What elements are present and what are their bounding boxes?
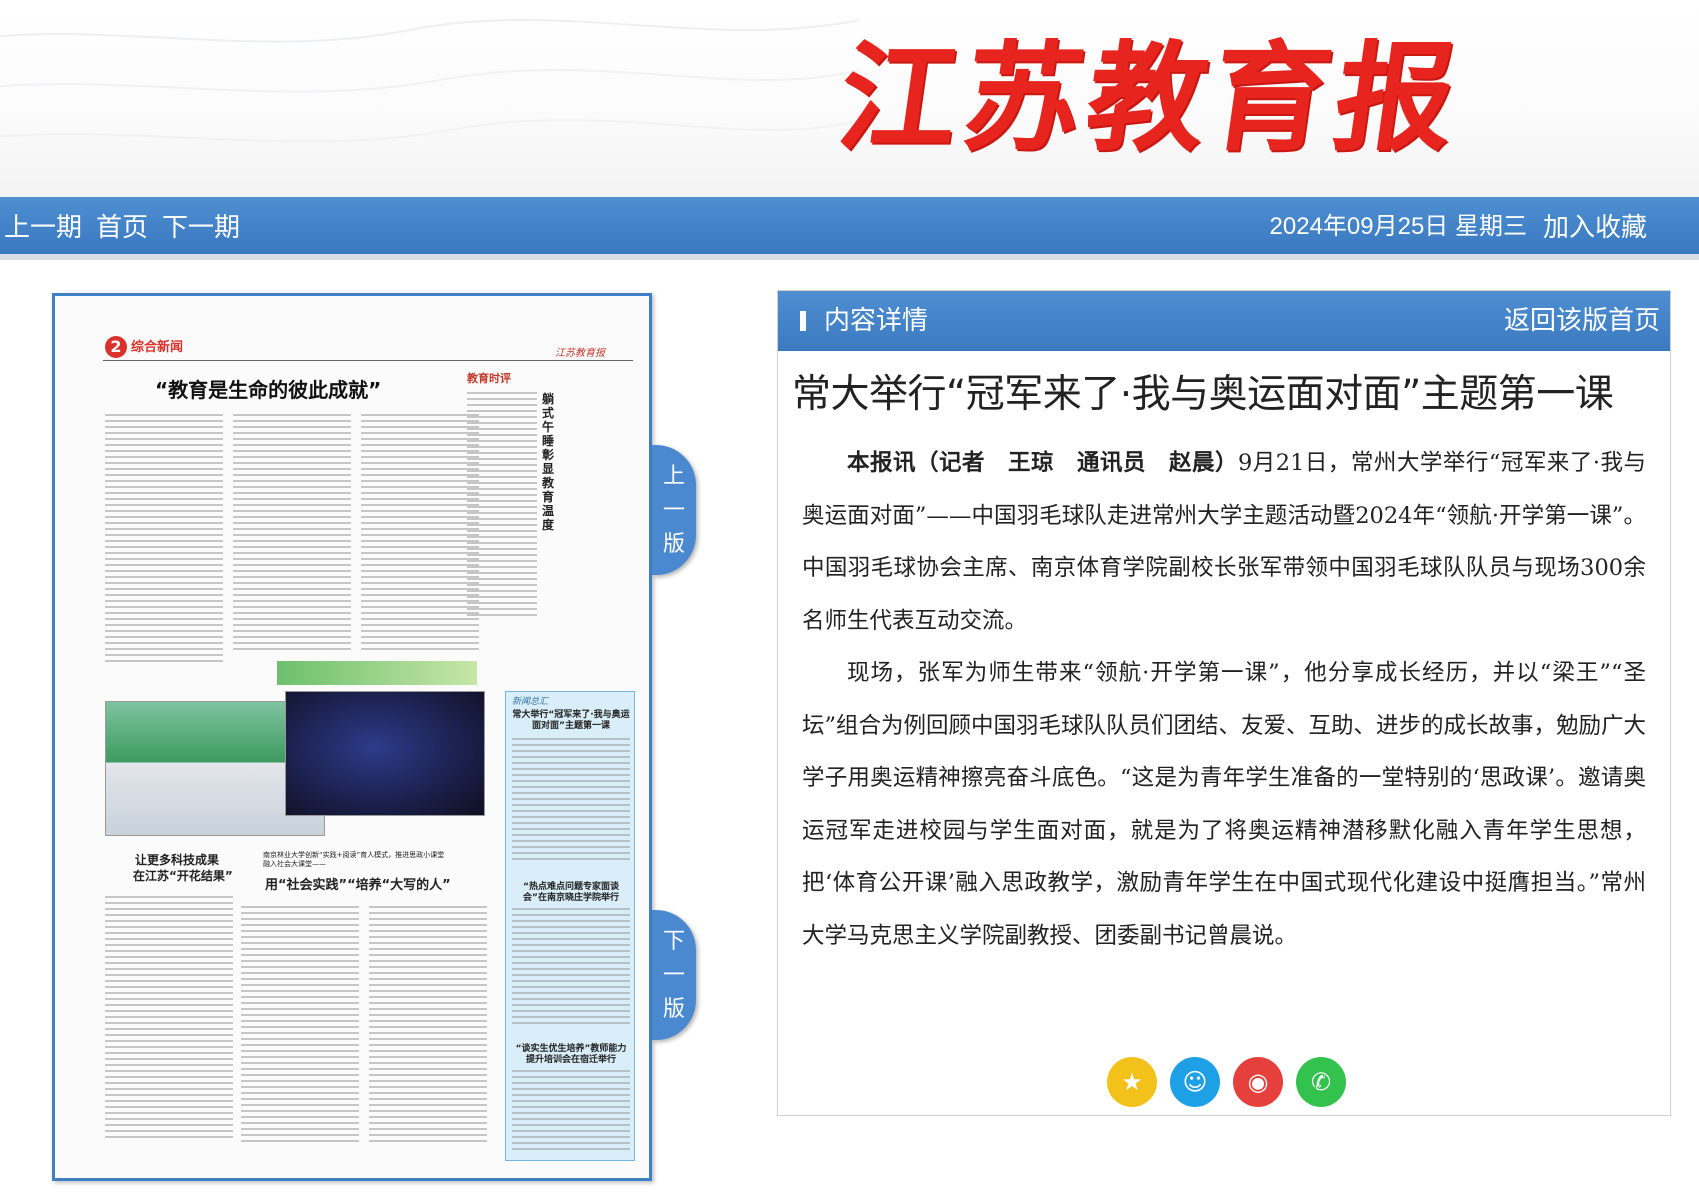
paper-brand: 江苏教育报 <box>555 348 605 359</box>
header-accent-bar <box>800 311 806 331</box>
nav-left: 上一期 首页 下一期 <box>4 211 240 243</box>
text-column <box>105 896 233 1142</box>
bottom-left-title-2[interactable]: 在江苏“开花结果” <box>133 867 233 884</box>
article-byline: 本报讯（记者 王琼 通讯员 赵晨） <box>847 450 1238 476</box>
back-to-page-link[interactable]: 返回该版首页 <box>1504 303 1660 337</box>
flip-up-char-1: 上 <box>662 463 685 488</box>
article-paragraph-1: 本报讯（记者 王琼 通讯员 赵晨）9月21日，常州大学举行“冠军来了·我与奥运面… <box>802 437 1646 647</box>
article-paragraph-2: 现场，张军为师生带来“领航·开学第一课”，他分享成长经历，并以“梁王”“圣坛”组… <box>802 660 1647 949</box>
next-page-button[interactable]: 下 一 版 <box>652 910 696 1040</box>
share-bar: ★ ☺ ◉ ✆ <box>1107 1057 1346 1107</box>
flip-down-char-1: 下 <box>662 928 685 953</box>
page-number-badge: 2 <box>105 336 127 358</box>
weibo-icon[interactable]: ◉ <box>1233 1057 1283 1107</box>
sidebar-tag: 新闻总汇 <box>512 697 549 707</box>
text-column <box>467 392 537 620</box>
sidebar-subtitle-2[interactable]: “谈实生优生培养”教师能力提升培训会在宿迁举行 <box>512 1044 630 1066</box>
page-section-label: 综合新闻 <box>131 340 184 355</box>
issue-date: 2024年09月25日 星期三 <box>1269 213 1527 240</box>
qq-icon[interactable]: ☺ <box>1170 1057 1220 1107</box>
article-paragraph-1-text: 9月21日，常州大学举行“冠军来了·我与奥运面对面”——中国羽毛球队走进常州大学… <box>802 450 1646 634</box>
flip-up-char-3: 版 <box>662 531 685 556</box>
bottom-mid-title[interactable]: 用“社会实践”“培养“大写的人” <box>265 874 451 893</box>
article-headline: 常大举行“冠军来了·我与奥运面对面”主题第一课 <box>792 372 1614 417</box>
prev-issue-link[interactable]: 上一期 <box>4 211 82 243</box>
side-headline[interactable]: 躺式午睡彰显教育温度 <box>542 392 556 532</box>
nav-bar: 上一期 首页 下一期 2024年09月25日 星期三 加入收藏 <box>0 197 1699 260</box>
bottom-left-title-1[interactable]: 让更多科技成果 <box>135 851 219 868</box>
flip-down-char-3: 版 <box>662 996 685 1021</box>
next-issue-link[interactable]: 下一期 <box>162 211 240 243</box>
wechat-icon[interactable]: ✆ <box>1296 1057 1346 1107</box>
text-column <box>233 414 351 654</box>
newspaper-page-preview[interactable]: 2 综合新闻 江苏教育报 “教育是生命的彼此成就” 教育时评 躺式午睡彰显教育温… <box>52 293 652 1181</box>
bottom-mid-kicker: 南京林业大学创新“实践+阅读”育人模式，推进思政小课堂融入社会大课堂—— <box>263 851 445 868</box>
paper-main-title[interactable]: “教育是生命的彼此成就” <box>155 374 381 403</box>
bookmark-link[interactable]: 加入收藏 <box>1543 211 1647 243</box>
text-column <box>512 738 630 864</box>
home-link[interactable]: 首页 <box>96 211 148 243</box>
qzone-icon[interactable]: ★ <box>1107 1057 1157 1107</box>
masthead-logo: 江苏教育报 <box>830 28 1470 167</box>
banner-decoration <box>0 19 860 143</box>
newspaper-page: 2 综合新闻 江苏教育报 “教育是生命的彼此成就” 教育时评 躺式午睡彰显教育温… <box>55 296 649 1178</box>
text-column <box>369 906 487 1146</box>
masthead-banner: 江苏教育报 <box>0 0 1699 197</box>
nav-right: 2024年09月25日 星期三 加入收藏 <box>1270 211 1647 243</box>
news-digest-box: 新闻总汇 常大举行“冠军来了·我与奥运面对面”主题第一课 “热点难点问题专家面谈… <box>505 691 635 1161</box>
previous-page-button[interactable]: 上 一 版 <box>652 445 696 575</box>
flip-up-char-2: 一 <box>662 497 685 522</box>
sidebar-subtitle-1[interactable]: “热点难点问题专家面谈会”在南京晓庄学院举行 <box>512 882 630 904</box>
header-rule <box>103 360 633 361</box>
article-body: 本报讯（记者 王琼 通讯员 赵晨）9月21日，常州大学举行“冠军来了·我与奥运面… <box>802 437 1646 962</box>
text-column <box>512 908 630 1028</box>
detail-section-title: 内容详情 <box>824 305 929 335</box>
text-column <box>361 414 479 654</box>
text-column <box>241 906 359 1146</box>
text-column <box>105 414 223 666</box>
column-tag: 教育时评 <box>467 372 511 385</box>
stage-event-photo <box>285 691 485 816</box>
ad-banner <box>277 661 477 685</box>
flip-down-char-2: 一 <box>662 962 685 987</box>
sidebar-title[interactable]: 常大举行“冠军来了·我与奥运面对面”主题第一课 <box>512 710 630 732</box>
detail-header: 内容详情 返回该版首页 <box>778 291 1670 351</box>
text-column <box>512 1070 630 1154</box>
article-detail-panel: 内容详情 返回该版首页 常大举行“冠军来了·我与奥运面对面”主题第一课 本报讯（… <box>777 290 1671 1116</box>
